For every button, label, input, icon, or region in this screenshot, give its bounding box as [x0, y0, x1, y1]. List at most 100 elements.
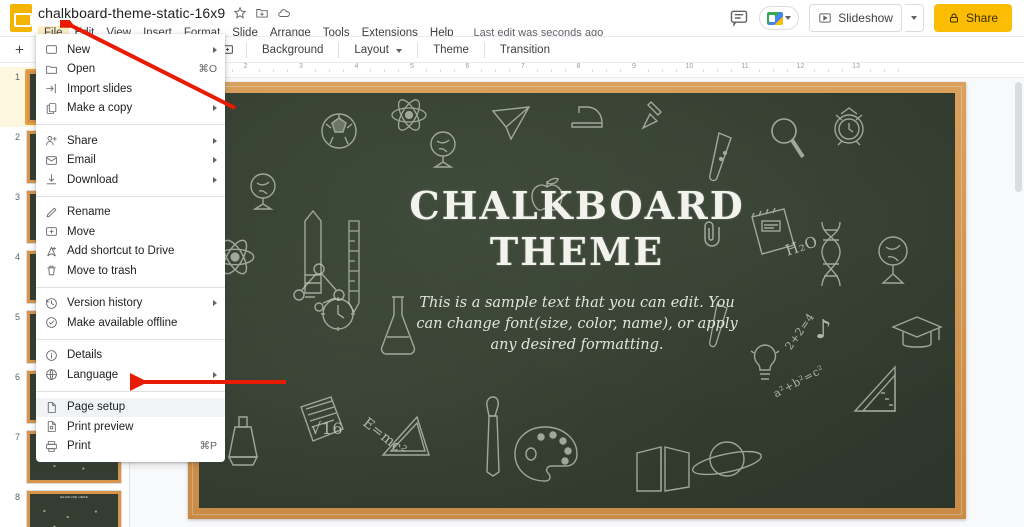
email-icon	[44, 153, 58, 167]
file-menu-item-make-a-copy[interactable]: Make a copy	[36, 99, 225, 119]
menu-item-label: Print preview	[67, 420, 134, 433]
file-menu-item-open[interactable]: Open ⌘O	[36, 60, 225, 80]
menu-item-shortcut: ⌘O	[198, 63, 217, 76]
move-to-folder-icon[interactable]	[255, 6, 269, 20]
ruler-minor-tick	[897, 69, 899, 72]
submenu-arrow-icon	[213, 137, 217, 144]
file-menu-item-language[interactable]: Language	[36, 365, 225, 385]
google-meet-button[interactable]	[759, 6, 800, 30]
slide-canvas[interactable]: H₂O √16 E=mc² 2+2=4 a²+b²=c² ♪ CHALKBOAR…	[188, 82, 966, 519]
chevron-down-icon	[396, 48, 403, 53]
menu-item-label: Email	[67, 154, 96, 167]
menu-item-label: New	[67, 43, 91, 56]
menu-item-label: Share	[67, 134, 98, 147]
transition-button[interactable]: Transition	[493, 44, 557, 56]
file-menu-item-import-slides[interactable]: Import slides	[36, 79, 225, 99]
slide-subtitle[interactable]: This is a sample text that you can edit.…	[412, 293, 742, 356]
horizontal-ruler[interactable]: 12345678910111213	[130, 63, 1024, 78]
lightbulb-icon	[747, 341, 783, 389]
slide-stage[interactable]: H₂O √16 E=mc² 2+2=4 a²+b²=c² ♪ CHALKBOAR…	[130, 78, 1024, 527]
new-slide-button[interactable]	[8, 39, 30, 61]
menu-item-label: Make a copy	[67, 102, 133, 115]
slide-number: 4	[14, 252, 20, 262]
file-menu-item-move[interactable]: Move	[36, 222, 225, 242]
ruler-minor-tick	[717, 69, 719, 72]
slideshow-button[interactable]: Slideshow	[809, 4, 902, 32]
file-menu-item-move-to-trash[interactable]: Move to trash	[36, 261, 225, 281]
slide-number: 7	[14, 432, 20, 442]
file-menu-item-rename[interactable]: Rename	[36, 203, 225, 223]
menu-item-label: Details	[67, 349, 103, 362]
document-title[interactable]: chalkboard-theme-static-16x9	[38, 5, 225, 21]
canvas-vertical-scrollbar[interactable]	[1013, 78, 1024, 527]
file-menu-item-new[interactable]: New	[36, 40, 225, 60]
slide-number: 2	[14, 132, 20, 142]
slide-number: 3	[14, 192, 20, 202]
slideshow-dropdown-button[interactable]	[904, 4, 924, 32]
ruler-minor-tick	[536, 69, 538, 72]
bell-icon	[221, 413, 267, 477]
file-menu-item-add-shortcut-to-drive[interactable]: Add shortcut to Drive	[36, 242, 225, 262]
title-row: chalkboard-theme-static-16x9	[38, 3, 729, 23]
star-icon[interactable]	[233, 6, 247, 20]
chevron-down-icon	[785, 16, 792, 20]
file-menu-item-download[interactable]: Download	[36, 170, 225, 190]
submenu-arrow-icon	[213, 371, 217, 378]
ruler-minor-tick	[828, 69, 830, 72]
theme-button[interactable]: Theme	[426, 44, 476, 56]
share-button[interactable]: Share	[933, 4, 1012, 32]
file-menu-item-make-available-offline[interactable]: Make available offline	[36, 313, 225, 333]
google-slides-logo[interactable]	[10, 4, 32, 32]
menu-separator	[36, 124, 225, 125]
slide-thumbnail[interactable]: HEADLINE HERE	[26, 490, 122, 527]
chalk-formula-2plus2: 2+2=4	[782, 310, 818, 353]
ruler-minor-tick	[564, 69, 566, 72]
menu-item-label: Version history	[67, 297, 143, 310]
ruler-minor-tick	[398, 69, 400, 72]
iron-icon	[569, 97, 607, 131]
ruler-minor-tick	[231, 69, 233, 72]
file-menu-item-share[interactable]: Share	[36, 131, 225, 151]
download-icon	[44, 173, 58, 187]
background-button[interactable]: Background	[255, 44, 330, 56]
ruler-minor-tick	[758, 69, 760, 72]
ruler-minor-tick	[703, 69, 705, 72]
slideshow-label: Slideshow	[838, 11, 893, 25]
graduation-cap-icon	[889, 311, 945, 355]
file-menu-item-print-preview[interactable]: Print preview	[36, 417, 225, 437]
file-menu-item-page-setup[interactable]: Page setup	[36, 397, 225, 417]
ruler-tick-label: 9	[632, 63, 636, 70]
file-menu-dropdown[interactable]: New Open ⌘O Import slides Make a copy Share Em…	[36, 34, 225, 462]
file-menu-item-print[interactable]: Print ⌘P	[36, 437, 225, 457]
ruler-minor-tick	[439, 69, 441, 72]
ruler-minor-tick	[509, 69, 511, 72]
ruler-minor-tick	[259, 69, 261, 72]
ruler-minor-tick	[842, 69, 844, 72]
ruler-minor-tick	[370, 69, 372, 72]
menu-item-label: Import slides	[67, 82, 133, 95]
layout-button[interactable]: Layout	[347, 44, 409, 56]
ruler-minor-tick	[495, 69, 497, 72]
book-icon	[631, 443, 695, 497]
ruler-minor-tick	[869, 69, 871, 72]
file-menu-item-version-history[interactable]: Version history	[36, 294, 225, 314]
comment-icon[interactable]	[729, 8, 749, 28]
ruler-minor-tick	[384, 69, 386, 72]
info-icon	[44, 348, 58, 362]
file-menu-item-details[interactable]: Details	[36, 346, 225, 366]
filmstrip-slide-8[interactable]: 8 HEADLINE HERE	[0, 487, 129, 527]
menu-item-label: Rename	[67, 206, 111, 219]
app-top-bar: chalkboard-theme-static-16x9 File Edit V…	[0, 0, 1024, 40]
globe-stand-icon	[421, 129, 463, 171]
canvas-area: 12345678910111213	[130, 63, 1024, 527]
ruler-tick-label: 8	[576, 63, 581, 70]
offline-icon	[44, 316, 58, 330]
cloud-saved-icon[interactable]	[277, 6, 291, 20]
music-note-icon: ♪	[815, 315, 833, 345]
file-menu-item-email[interactable]: Email	[36, 151, 225, 171]
slide-title[interactable]: CHALKBOARD THEME	[199, 183, 955, 275]
chevron-down-icon	[910, 16, 917, 20]
ruler-minor-tick	[592, 69, 594, 72]
ruler-minor-tick	[606, 69, 608, 72]
scrollbar-thumb[interactable]	[1015, 82, 1022, 192]
